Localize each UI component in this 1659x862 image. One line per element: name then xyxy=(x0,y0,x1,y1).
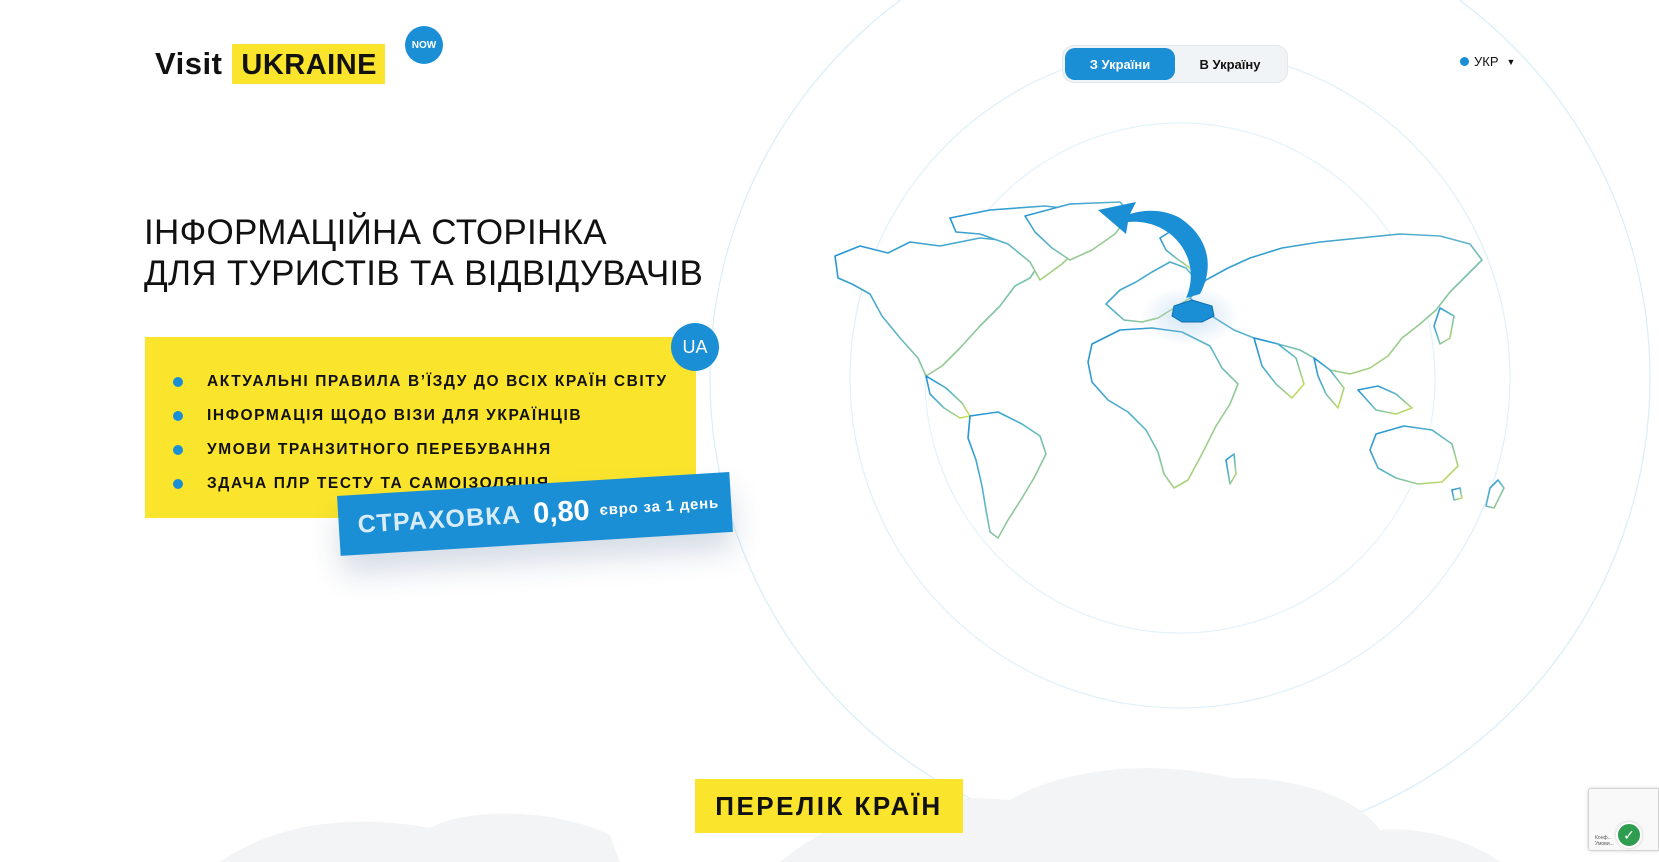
shield-check-icon[interactable]: ✓ xyxy=(1616,822,1642,848)
page-title: ІНФОРМАЦІЙНА СТОРІНКА ДЛЯ ТУРИСТІВ ТА ВІ… xyxy=(144,212,703,294)
bullet-dot-icon xyxy=(173,411,183,421)
bullet-dot-icon xyxy=(173,479,183,489)
language-dot-icon xyxy=(1460,57,1469,66)
headline-line-1: ІНФОРМАЦІЙНА СТОРІНКА xyxy=(144,213,607,252)
site-logo[interactable]: Visit UKRAINE NOW xyxy=(155,26,443,84)
recaptcha-text: Конф... Умови... xyxy=(1595,835,1614,847)
feature-item: УМОВИ ТРАНЗИТНОГО ПЕРЕБУВАННЯ xyxy=(173,433,696,467)
ua-badge: UA xyxy=(671,323,719,371)
toggle-from-ukraine[interactable]: З України xyxy=(1065,48,1175,80)
insurance-label: СТРАХОВКА xyxy=(356,500,523,539)
toggle-to-ukraine[interactable]: В Україну xyxy=(1175,48,1285,80)
language-selector[interactable]: УКР ▼ xyxy=(1460,54,1515,69)
feature-label: ІНФОРМАЦІЯ ЩОДО ВІЗИ ДЛЯ УКРАЇНЦІВ xyxy=(207,407,583,424)
caret-down-icon: ▼ xyxy=(1506,56,1516,67)
insurance-unit: євро за 1 день xyxy=(599,494,720,519)
insurance-price: 0,80 xyxy=(532,494,591,530)
language-label: УКР xyxy=(1474,54,1499,69)
recaptcha-terms-link[interactable]: Умови... xyxy=(1595,841,1614,847)
logo-now-badge: NOW xyxy=(405,26,443,64)
direction-toggle[interactable]: З України В Україну xyxy=(1062,45,1288,83)
feature-label: УМОВИ ТРАНЗИТНОГО ПЕРЕБУВАННЯ xyxy=(207,441,552,458)
feature-item: ІНФОРМАЦІЯ ЩОДО ВІЗИ ДЛЯ УКРАЇНЦІВ xyxy=(173,399,696,433)
world-map-icon xyxy=(834,201,1505,539)
feature-label: АКТУАЛЬНІ ПРАВИЛА В’ЇЗДУ ДО ВСІХ КРАЇН С… xyxy=(207,373,668,390)
logo-ukraine-text: UKRAINE xyxy=(232,44,386,84)
bullet-dot-icon xyxy=(173,377,183,387)
logo-visit-text: Visit xyxy=(155,46,223,81)
bullet-dot-icon xyxy=(173,445,183,455)
feature-item: АКТУАЛЬНІ ПРАВИЛА В’ЇЗДУ ДО ВСІХ КРАЇН С… xyxy=(173,365,696,399)
headline-line-2: ДЛЯ ТУРИСТІВ ТА ВІДВІДУВАЧІВ xyxy=(144,254,704,293)
countries-list-button[interactable]: ПЕРЕЛІК КРАЇН xyxy=(695,779,963,833)
